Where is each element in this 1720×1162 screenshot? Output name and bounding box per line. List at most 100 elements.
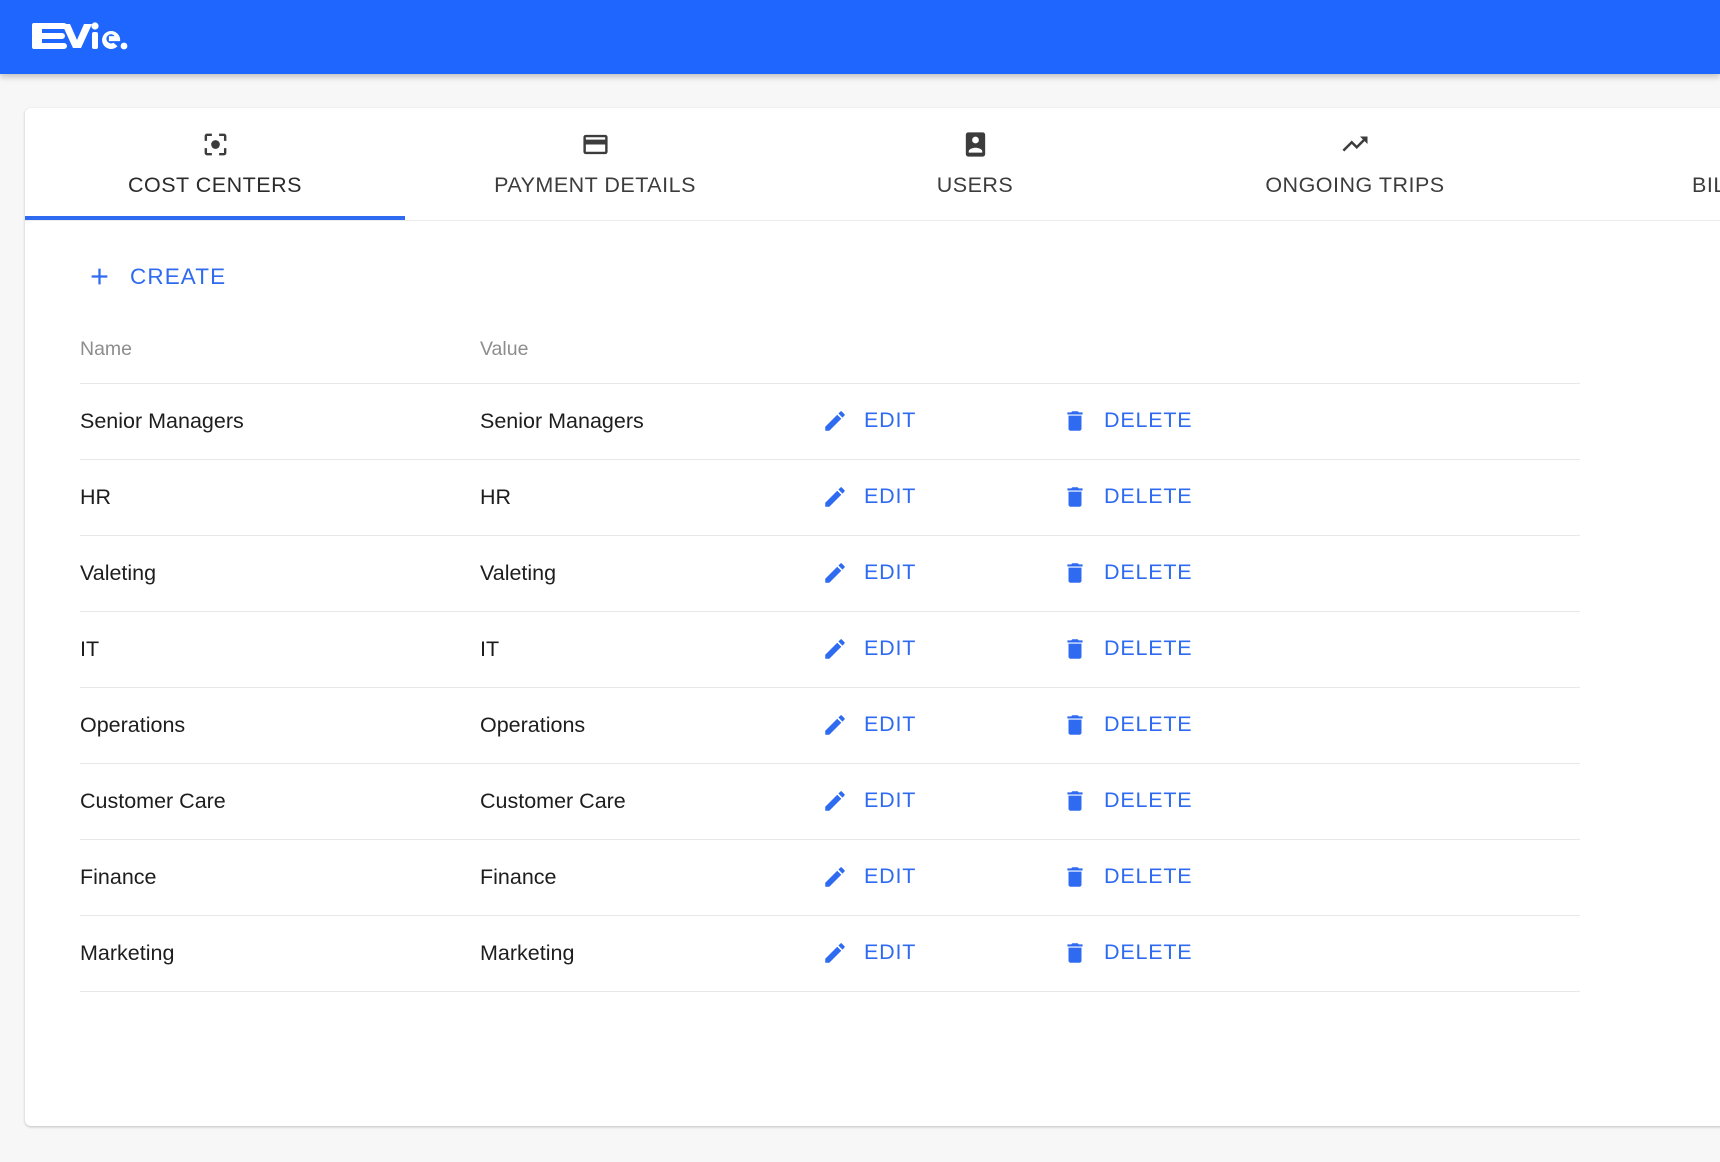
trash-icon: [1062, 408, 1088, 434]
tab-billing[interactable]: BILLING: [1545, 108, 1720, 220]
column-header-delete: [1060, 303, 1580, 384]
cell-value: HR: [480, 459, 820, 536]
cell-name: Marketing: [80, 915, 480, 992]
delete-button-label: DELETE: [1104, 408, 1193, 432]
tab-bar: COST CENTERS PAYMENT DETAILS USERS ONGOI…: [25, 108, 1720, 221]
table-header-row: Name Value: [80, 303, 1580, 384]
cell-value: Customer Care: [480, 763, 820, 840]
cell-delete: DELETE: [1060, 611, 1580, 688]
cell-edit: EDIT: [820, 687, 1060, 764]
delete-button[interactable]: DELETE: [1060, 404, 1194, 438]
cell-delete: DELETE: [1060, 839, 1580, 916]
evie-logo[interactable]: [32, 14, 128, 60]
table-row: Customer Care Customer Care EDIT DELETE: [80, 763, 1580, 840]
cell-value: IT: [480, 611, 820, 688]
cell-name: Valeting: [80, 535, 480, 612]
edit-button-label: EDIT: [864, 408, 917, 432]
delete-button-label: DELETE: [1104, 864, 1193, 888]
edit-button[interactable]: EDIT: [820, 632, 918, 666]
cell-value: Valeting: [480, 535, 820, 612]
toolbar: CREATE: [25, 221, 1720, 303]
cell-name: IT: [80, 611, 480, 688]
trash-icon: [1062, 788, 1088, 814]
tab-payment-details[interactable]: PAYMENT DETAILS: [405, 108, 785, 220]
table-row: Operations Operations EDIT DELETE: [80, 687, 1580, 764]
tab-users[interactable]: USERS: [785, 108, 1165, 220]
trash-icon: [1062, 636, 1088, 662]
create-button-label: CREATE: [130, 263, 227, 289]
trash-icon: [1062, 940, 1088, 966]
delete-button[interactable]: DELETE: [1060, 556, 1194, 590]
pencil-icon: [822, 940, 848, 966]
edit-button[interactable]: EDIT: [820, 784, 918, 818]
edit-button[interactable]: EDIT: [820, 708, 918, 742]
tab-ongoing-trips[interactable]: ONGOING TRIPS: [1165, 108, 1545, 220]
edit-button[interactable]: EDIT: [820, 480, 918, 514]
create-button[interactable]: CREATE: [80, 259, 232, 294]
edit-button[interactable]: EDIT: [820, 404, 918, 438]
tab-cost-centers[interactable]: COST CENTERS: [25, 108, 405, 220]
cell-edit: EDIT: [820, 611, 1060, 688]
column-header-name: Name: [80, 303, 480, 384]
table-row: IT IT EDIT DELETE: [80, 611, 1580, 688]
trash-icon: [1062, 484, 1088, 510]
edit-button-label: EDIT: [864, 864, 917, 888]
cell-name: Operations: [80, 687, 480, 764]
column-header-edit: [820, 303, 1060, 384]
edit-button[interactable]: EDIT: [820, 936, 918, 970]
cell-delete: DELETE: [1060, 535, 1580, 612]
delete-button[interactable]: DELETE: [1060, 784, 1194, 818]
tab-label: PAYMENT DETAILS: [494, 173, 696, 197]
delete-button-label: DELETE: [1104, 560, 1193, 584]
cell-value: Senior Managers: [480, 383, 820, 460]
pencil-icon: [822, 484, 848, 510]
active-tab-indicator: [25, 216, 405, 220]
trash-icon: [1062, 560, 1088, 586]
edit-button-label: EDIT: [864, 940, 917, 964]
center-focus-icon: [201, 127, 230, 161]
table-row: Valeting Valeting EDIT DELETE: [80, 535, 1580, 612]
cell-value: Marketing: [480, 915, 820, 992]
delete-button[interactable]: DELETE: [1060, 860, 1194, 894]
cell-edit: EDIT: [820, 839, 1060, 916]
column-header-value: Value: [480, 303, 820, 384]
edit-button-label: EDIT: [864, 712, 917, 736]
cell-delete: DELETE: [1060, 763, 1580, 840]
cell-edit: EDIT: [820, 383, 1060, 460]
delete-button[interactable]: DELETE: [1060, 936, 1194, 970]
delete-button-label: DELETE: [1104, 484, 1193, 508]
delete-button[interactable]: DELETE: [1060, 480, 1194, 514]
cell-delete: DELETE: [1060, 383, 1580, 460]
pencil-icon: [822, 636, 848, 662]
edit-button[interactable]: EDIT: [820, 860, 918, 894]
tab-label: USERS: [936, 173, 1014, 197]
pencil-icon: [822, 712, 848, 738]
delete-button-label: DELETE: [1104, 940, 1193, 964]
table-row: Finance Finance EDIT DELETE: [80, 839, 1580, 916]
delete-button[interactable]: DELETE: [1060, 708, 1194, 742]
edit-button-label: EDIT: [864, 560, 917, 584]
table-row: Senior Managers Senior Managers EDIT DELETE: [80, 383, 1580, 460]
edit-button-label: EDIT: [864, 636, 917, 660]
cell-edit: EDIT: [820, 459, 1060, 536]
delete-button[interactable]: DELETE: [1060, 632, 1194, 666]
edit-button-label: EDIT: [864, 484, 917, 508]
cell-delete: DELETE: [1060, 687, 1580, 764]
app-header-bar: [0, 0, 1720, 74]
delete-button-label: DELETE: [1104, 636, 1193, 660]
table-header: Name Value: [80, 303, 1580, 384]
trending-up-icon: [1340, 127, 1370, 161]
person-badge-icon: [961, 127, 990, 161]
cost-centers-card: COST CENTERS PAYMENT DETAILS USERS ONGOI…: [25, 108, 1720, 1126]
delete-button-label: DELETE: [1104, 712, 1193, 736]
edit-button[interactable]: EDIT: [820, 556, 918, 590]
table-row: Marketing Marketing EDIT DELETE: [80, 915, 1580, 992]
cell-name: HR: [80, 459, 480, 536]
edit-button-label: EDIT: [864, 788, 917, 812]
pencil-icon: [822, 408, 848, 434]
cell-edit: EDIT: [820, 915, 1060, 992]
tab-label: COST CENTERS: [127, 173, 303, 197]
cell-delete: DELETE: [1060, 459, 1580, 536]
table-row: HR HR EDIT DELETE: [80, 459, 1580, 536]
cell-value: Operations: [480, 687, 820, 764]
